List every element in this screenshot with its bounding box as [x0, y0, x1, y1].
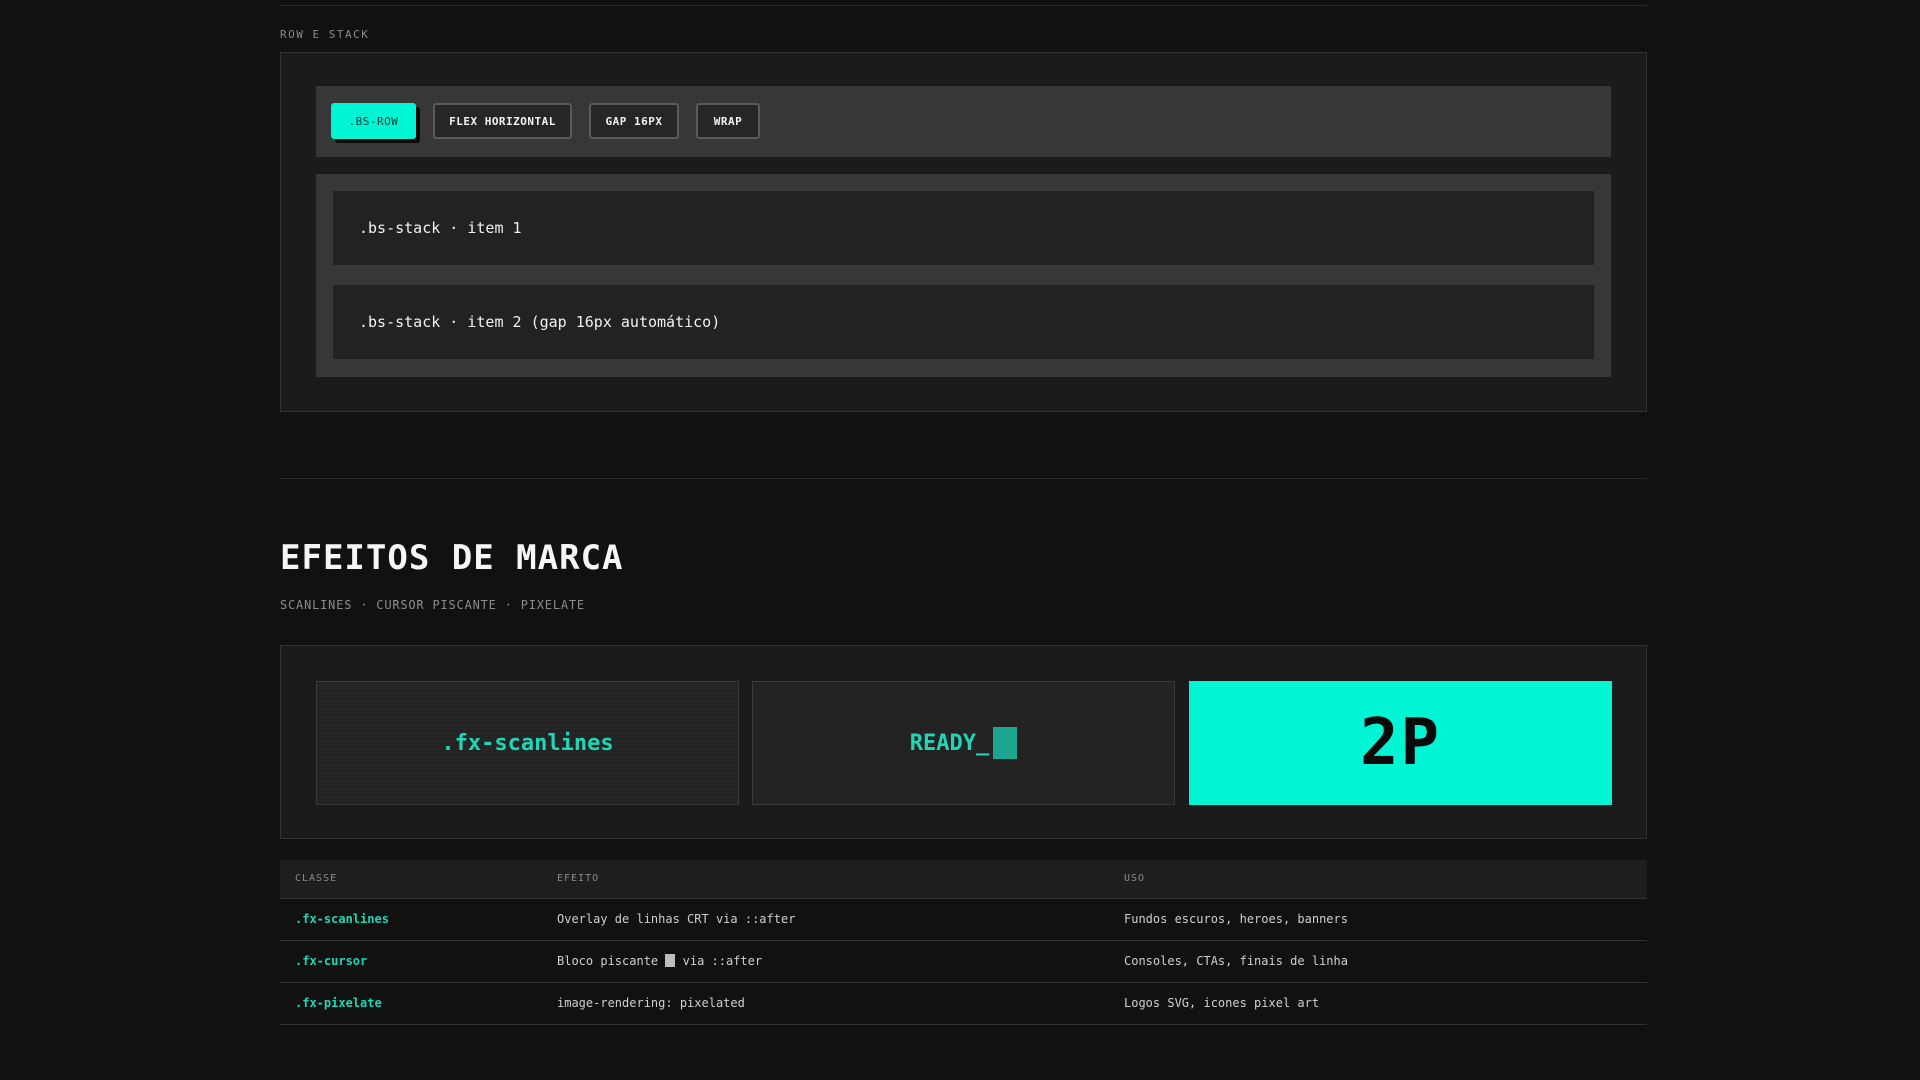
cell-efeito-text-after: via ::after: [682, 954, 763, 968]
section-title-efeitos: EFEITOS DE MARCA: [280, 538, 624, 578]
section-divider: [280, 478, 1647, 479]
table-row: .fx-scanlines Overlay de linhas CRT via …: [280, 899, 1647, 941]
pill-wrap[interactable]: WRAP: [696, 103, 760, 139]
cursor-block-icon: [665, 954, 676, 967]
cell-uso: Fundos escuros, heroes, banners: [1124, 912, 1348, 926]
th-efeito: EFEITO: [557, 873, 600, 884]
cell-uso: Consoles, CTAs, finais de linha: [1124, 954, 1348, 968]
fx-cursor-label: READY_: [909, 730, 990, 756]
bs-row-demo: .BS-ROW FLEX HORIZONTAL GAP 16PX WRAP: [316, 86, 1611, 157]
stack-item-1: .bs-stack · item 1: [333, 191, 1594, 265]
bs-stack-demo: .bs-stack · item 1 .bs-stack · item 2 (g…: [316, 174, 1611, 377]
th-classe: CLASSE: [295, 873, 338, 884]
row-stack-demo: .BS-ROW FLEX HORIZONTAL GAP 16PX WRAP .b…: [280, 52, 1647, 412]
page: ROW E STACK .BS-ROW FLEX HORIZONTAL GAP …: [0, 0, 1920, 1080]
cell-efeito: Bloco piscante via ::after: [557, 954, 762, 968]
pill-bs-row[interactable]: .BS-ROW: [331, 103, 416, 139]
cell-efeito: Overlay de linhas CRT via ::after: [557, 912, 796, 926]
top-divider: [280, 5, 1647, 6]
th-uso: USO: [1124, 873, 1146, 884]
section-subtitle-efeitos: SCANLINES · CURSOR PISCANTE · PIXELATE: [280, 598, 585, 612]
effects-table: CLASSE EFEITO USO .fx-scanlines Overlay …: [280, 860, 1647, 1025]
pill-flex-horizontal[interactable]: FLEX HORIZONTAL: [433, 103, 572, 139]
fx-pixelate-card: 2P: [1189, 681, 1612, 805]
table-row: .fx-pixelate image-rendering: pixelated …: [280, 983, 1647, 1025]
cell-classe: .fx-cursor: [295, 954, 368, 968]
cell-classe: .fx-pixelate: [295, 996, 382, 1010]
section-label-row-stack: ROW E STACK: [280, 28, 370, 41]
fx-scanlines-card: .fx-scanlines: [316, 681, 739, 805]
pill-gap-16px[interactable]: GAP 16PX: [589, 103, 679, 139]
table-header: CLASSE EFEITO USO: [280, 860, 1647, 899]
fx-pixelate-label: 2P: [1359, 706, 1442, 780]
fx-cursor-card: READY_: [752, 681, 1175, 805]
blinking-cursor-icon: [993, 727, 1018, 759]
fx-scanlines-label: .fx-scanlines: [441, 730, 614, 756]
effects-demo: .fx-scanlines READY_ 2P: [280, 645, 1647, 839]
cell-efeito: image-rendering: pixelated: [557, 996, 745, 1010]
cell-uso: Logos SVG, icones pixel art: [1124, 996, 1320, 1010]
cell-classe: .fx-scanlines: [295, 912, 389, 926]
stack-item-2: .bs-stack · item 2 (gap 16px automático): [333, 285, 1594, 359]
cell-efeito-text: Bloco piscante: [557, 954, 659, 968]
table-row: .fx-cursor Bloco piscante via ::after Co…: [280, 941, 1647, 983]
